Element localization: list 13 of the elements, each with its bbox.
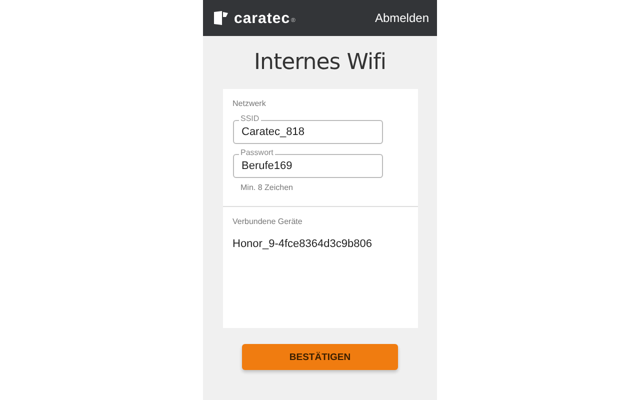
field-label: Passwort bbox=[238, 148, 276, 157]
confirm-button[interactable]: BESTÄTIGEN bbox=[242, 344, 398, 370]
page-title: Internes Wifi bbox=[254, 50, 386, 75]
section-heading: Netzwerk bbox=[232, 99, 267, 108]
brand-logo: caratec bbox=[234, 10, 290, 26]
field-label: SSID bbox=[238, 114, 262, 123]
input-field[interactable]: Berufe169 bbox=[232, 154, 382, 178]
logo-icon bbox=[213, 10, 229, 26]
section-heading: Verbundene Geräte bbox=[232, 217, 304, 226]
input-field[interactable]: Caratec_818 bbox=[232, 120, 382, 144]
field-hint: Min. 8 Zeichen bbox=[240, 183, 294, 192]
logout-link[interactable]: Abmelden bbox=[374, 11, 429, 25]
device-name: Honor_9-4fce8364d3c9b806 bbox=[232, 238, 373, 250]
